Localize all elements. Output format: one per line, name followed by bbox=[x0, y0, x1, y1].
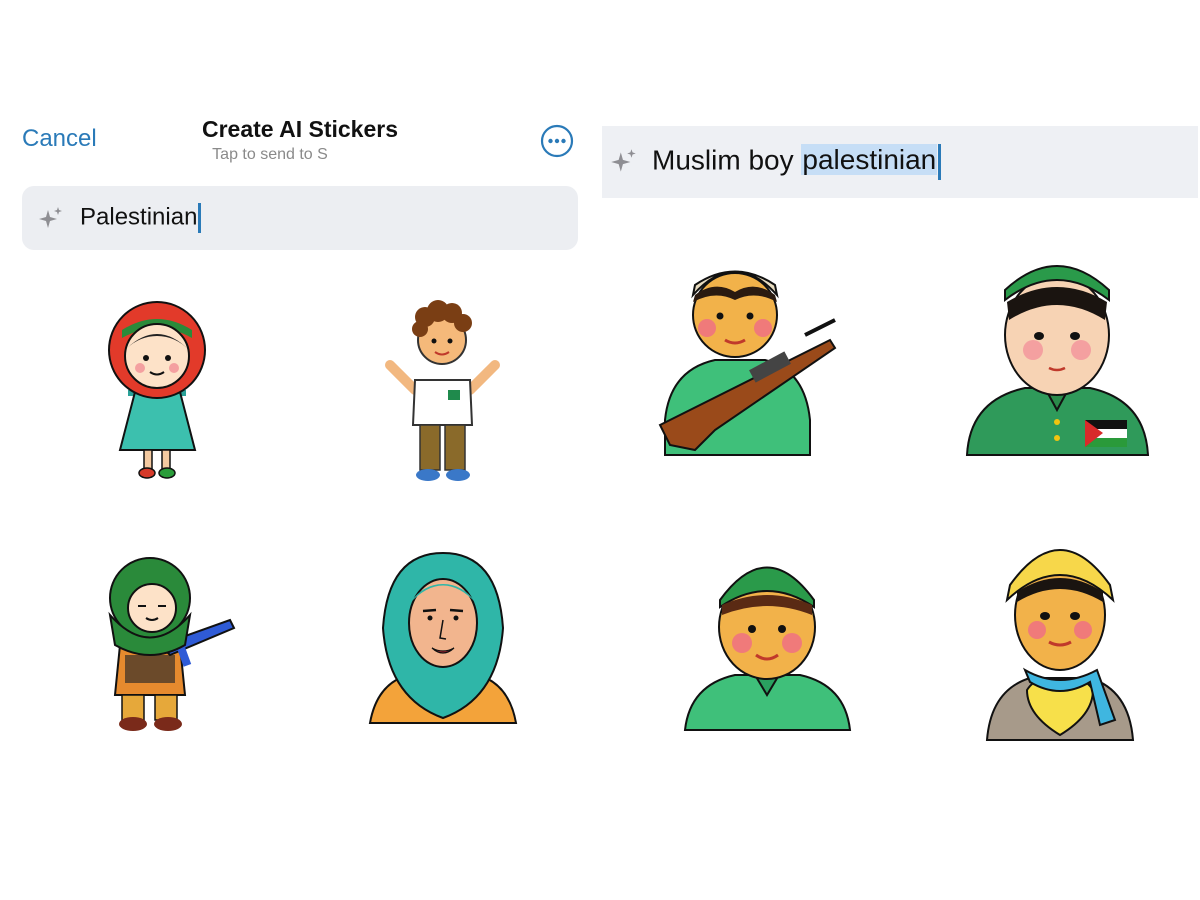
sparkle-icon bbox=[39, 207, 62, 228]
prompt-input[interactable]: Palestinian bbox=[80, 203, 202, 233]
prompt-search-field[interactable]: Muslim boy palestinian bbox=[602, 126, 1198, 198]
ellipsis-circle-icon[interactable] bbox=[540, 124, 574, 158]
child-green-scarf-rifle-sticker[interactable] bbox=[100, 550, 240, 735]
prompt-input[interactable]: Muslim boy palestinian bbox=[652, 144, 942, 180]
text-caret bbox=[198, 203, 202, 233]
sparkle-icon bbox=[611, 149, 636, 172]
boy-yellow-turban-heart-sticker[interactable] bbox=[985, 530, 1135, 745]
prompt-search-field[interactable]: Palestinian bbox=[22, 186, 578, 250]
page-title: Create AI Stickers bbox=[201, 116, 399, 142]
woman-teal-hijab-sticker[interactable] bbox=[368, 548, 518, 728]
girl-red-headscarf-sticker[interactable] bbox=[100, 300, 215, 485]
boy-green-kufi-sticker[interactable] bbox=[680, 545, 855, 735]
left-panel: Cancel Create AI Stickers Tap to send to… bbox=[0, 0, 600, 900]
page-subtitle: Tap to send to S bbox=[212, 146, 328, 163]
boy-cap-rifle-sticker[interactable] bbox=[655, 250, 840, 460]
selected-text: palestinian bbox=[801, 144, 938, 176]
boy-curly-hair-sticker[interactable] bbox=[380, 295, 505, 485]
text-caret bbox=[938, 144, 942, 180]
boy-green-cap-flag-sticker[interactable] bbox=[965, 250, 1150, 465]
right-panel: Muslim boy palestinian bbox=[600, 0, 1200, 900]
